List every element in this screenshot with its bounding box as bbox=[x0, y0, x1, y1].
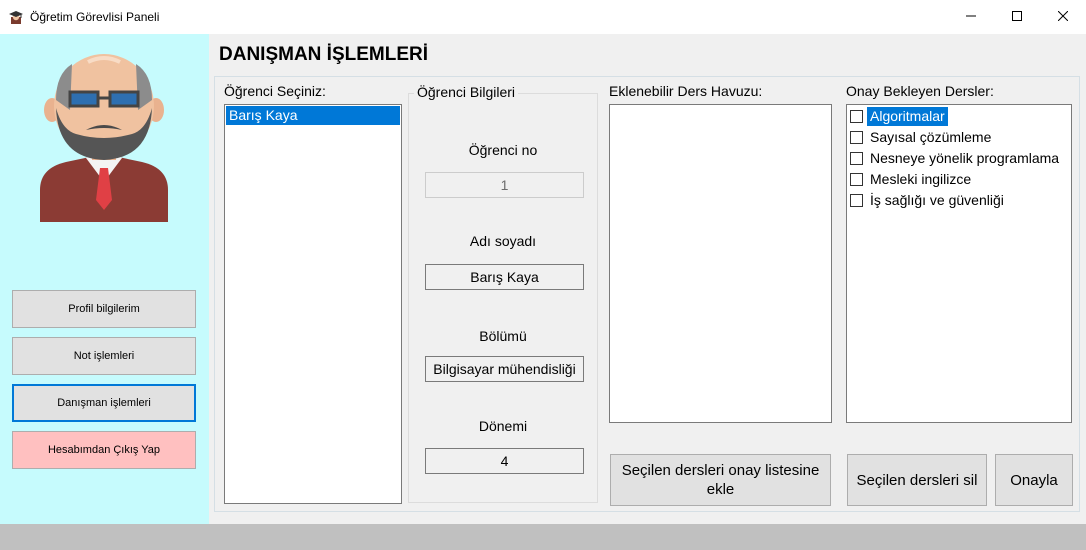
profile-button[interactable]: Profil bilgilerim bbox=[12, 290, 196, 328]
department-label: Bölümü bbox=[479, 328, 527, 344]
pending-courses-checklist[interactable]: Algoritmalar Sayısal çözümleme Nesneye yön… bbox=[846, 104, 1072, 423]
course-pool-listbox[interactable] bbox=[609, 104, 832, 423]
student-no-field: 1 bbox=[425, 172, 584, 198]
checklist-item-label: Algoritmalar bbox=[867, 107, 948, 126]
graduation-cap-icon bbox=[8, 9, 24, 25]
checkbox[interactable] bbox=[850, 194, 863, 207]
page-title: DANIŞMAN İŞLEMLERİ bbox=[219, 44, 428, 65]
maximize-icon bbox=[1012, 8, 1022, 26]
checklist-item[interactable]: Algoritmalar bbox=[847, 106, 1071, 127]
logout-button[interactable]: Hesabımdan Çıkış Yap bbox=[12, 431, 196, 469]
title-bar: Öğretim Görevlisi Paneli bbox=[0, 0, 1086, 34]
student-no-label: Öğrenci no bbox=[468, 142, 538, 158]
add-to-approval-button[interactable]: Seçilen dersleri onay listesine ekle bbox=[610, 454, 831, 506]
student-select-label: Öğrenci Seçiniz: bbox=[224, 83, 326, 99]
close-icon bbox=[1057, 8, 1069, 26]
student-name-field[interactable]: Barış Kaya bbox=[425, 264, 584, 290]
student-name-label: Adı soyadı bbox=[469, 233, 537, 249]
minimize-icon bbox=[966, 8, 976, 26]
checklist-item-label: Nesneye yönelik programlama bbox=[870, 150, 1060, 166]
close-button[interactable] bbox=[1040, 0, 1086, 34]
checklist-item[interactable]: Nesneye yönelik programlama bbox=[847, 148, 1071, 169]
maximize-button[interactable] bbox=[994, 0, 1040, 34]
list-item[interactable]: Barış Kaya bbox=[226, 106, 400, 125]
checklist-item[interactable]: Sayısal çözümleme bbox=[847, 127, 1071, 148]
grades-button[interactable]: Not işlemleri bbox=[12, 337, 196, 375]
term-field[interactable]: 4 bbox=[425, 448, 584, 474]
teacher-avatar-icon bbox=[36, 50, 172, 222]
department-field[interactable]: Bilgisayar mühendisliği bbox=[425, 356, 584, 382]
advisor-button[interactable]: Danışman işlemleri bbox=[12, 384, 196, 422]
sidebar: Profil bilgilerim Not işlemleri Danışman… bbox=[0, 34, 209, 524]
pending-courses-label: Onay Bekleyen Dersler: bbox=[846, 83, 994, 99]
student-listbox[interactable]: Barış Kaya bbox=[224, 104, 402, 504]
checkbox[interactable] bbox=[850, 110, 863, 123]
checklist-item-label: İş sağlığı ve güvenliği bbox=[870, 192, 1004, 208]
checkbox[interactable] bbox=[850, 131, 863, 144]
minimize-button[interactable] bbox=[948, 0, 994, 34]
checklist-item-label: Mesleki ingilizce bbox=[870, 171, 972, 187]
approve-button[interactable]: Onayla bbox=[995, 454, 1073, 506]
student-info-caption: Öğrenci Bilgileri bbox=[414, 84, 519, 100]
checklist-item[interactable]: İş sağlığı ve güvenliği bbox=[847, 190, 1071, 211]
term-label: Dönemi bbox=[478, 418, 528, 434]
checkbox[interactable] bbox=[850, 173, 863, 186]
window-title: Öğretim Görevlisi Paneli bbox=[30, 10, 160, 24]
delete-selected-button[interactable]: Seçilen dersleri sil bbox=[847, 454, 987, 506]
checklist-item[interactable]: Mesleki ingilizce bbox=[847, 169, 1071, 190]
checkbox[interactable] bbox=[850, 152, 863, 165]
status-bar bbox=[0, 524, 1086, 550]
checklist-item-label: Sayısal çözümleme bbox=[870, 129, 992, 145]
course-pool-label: Eklenebilir Ders Havuzu: bbox=[609, 83, 763, 99]
